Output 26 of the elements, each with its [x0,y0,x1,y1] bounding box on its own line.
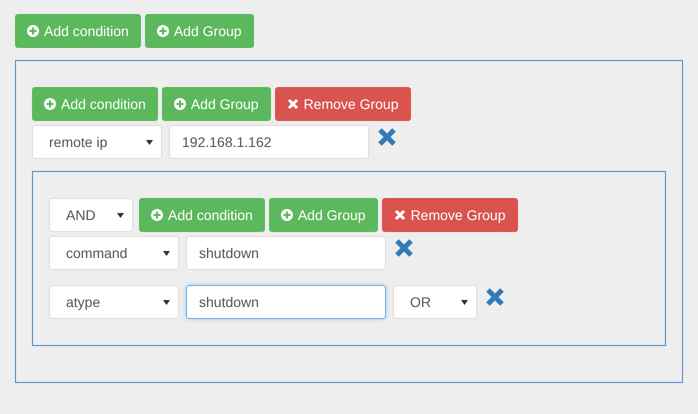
value-input[interactable]: shutdown [186,285,386,319]
value-input[interactable]: shutdown [186,236,386,270]
plus-circle-icon [174,98,186,110]
remove-group-button[interactable]: Remove Group [382,198,518,232]
dropdown[interactable]: remote ip [32,125,162,159]
plus-circle-icon [151,209,163,221]
dropdown[interactable]: atype [49,285,179,319]
plus-circle-icon [280,209,293,221]
plus-circle-icon [27,25,39,37]
dropdown[interactable]: AND [49,198,133,232]
caret-icon [461,300,468,304]
caret-icon [163,250,170,256]
plus-circle-icon [44,98,56,110]
delete-icon[interactable] [377,127,397,147]
dropdown[interactable]: command [49,236,179,270]
delete-icon[interactable] [394,238,414,258]
dropdown[interactable]: OR [393,285,477,319]
delete-icon[interactable] [485,287,505,307]
caret-icon [146,140,153,144]
caret-icon [117,212,124,218]
value-input[interactable]: 192.168.1.162 [169,125,369,159]
plus-circle-icon [156,25,169,37]
remove-group-button[interactable]: Remove Group [274,87,410,121]
close-icon [286,98,299,110]
close-icon [394,209,406,221]
caret-icon [163,300,170,304]
